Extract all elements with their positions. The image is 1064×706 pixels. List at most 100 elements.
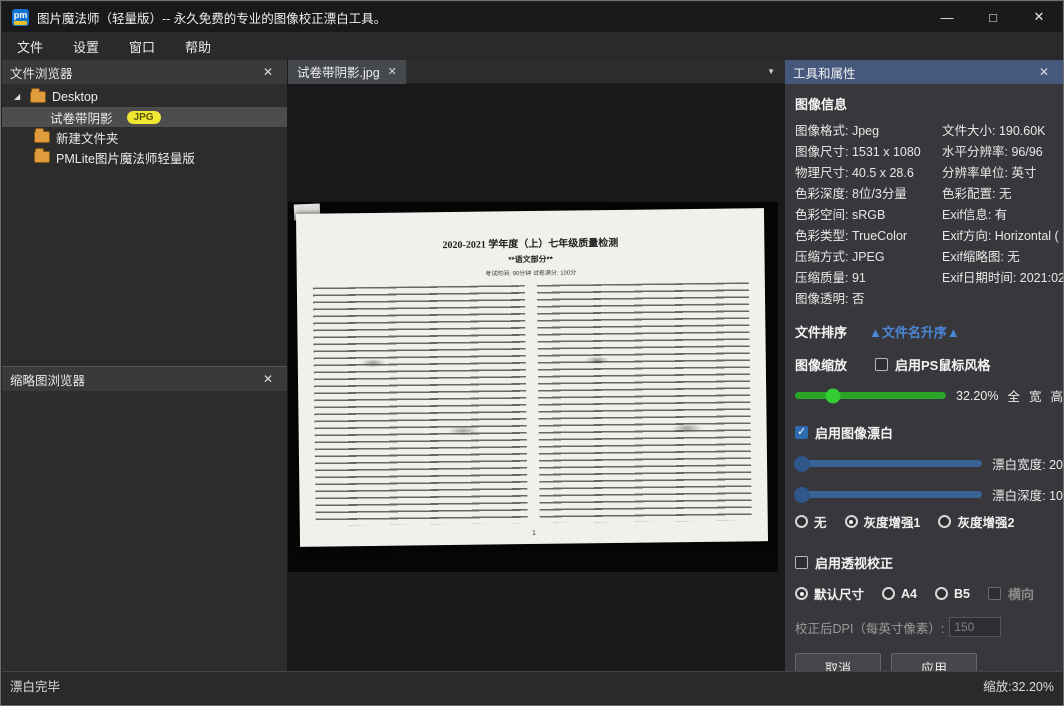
tree-node-exam-file[interactable]: 试卷带阴影 JPG (2, 107, 287, 127)
zoom-slider-row: 32.20% 全 宽 高 (795, 386, 1063, 405)
zoom-slider[interactable] (795, 392, 946, 399)
tools-panel-title: 工具和属性 (793, 63, 856, 82)
zoom-slider-thumb[interactable] (825, 388, 840, 403)
tools-panel-header: 工具和属性 ✕ (785, 60, 1063, 84)
close-icon[interactable]: ✕ (1033, 65, 1055, 79)
maximize-button[interactable]: □ (970, 2, 1016, 32)
editor-area: 试卷带阴影.jpg ✕ ▼ 2020-2021 学年度（上）七年级质量检测 **… (288, 60, 785, 671)
perspective-enable-checkbox[interactable] (795, 556, 808, 569)
close-button[interactable]: ✕ (1016, 2, 1062, 32)
gray-mode-none-label: 无 (814, 512, 827, 531)
status-message: 漂白完毕 (10, 676, 60, 695)
tab-label: 试卷带阴影.jpg (297, 62, 380, 81)
info-resolution-unit: 分辨率单位: 英寸 (942, 162, 1063, 181)
info-row: 压缩质量: 91 Exif日期时间: 2021:02 (795, 266, 1063, 287)
close-icon[interactable]: ✕ (257, 372, 279, 386)
expander-icon[interactable]: ◢ (14, 92, 24, 102)
bleach-width-row: 漂白宽度: 20 (795, 454, 1063, 473)
info-row: 色彩空间: sRGB Exif信息: 有 (795, 203, 1063, 224)
radio-icon[interactable] (795, 587, 808, 600)
menu-bar: 文件 设置 窗口 帮助 (2, 32, 1062, 60)
status-bar: 漂白完毕 缩放:32.20% (2, 671, 1062, 704)
info-compression: 压缩方式: JPEG (795, 246, 942, 265)
gray-mode-enhance2-label: 灰度增强2 (957, 512, 1014, 531)
size-a4[interactable]: A4 (882, 587, 917, 601)
info-quality: 压缩质量: 91 (795, 267, 942, 286)
radio-icon[interactable] (845, 515, 858, 528)
zoom-percent: 32.20% (956, 389, 998, 403)
landscape-label: 横向 (1008, 584, 1034, 603)
exam-paper-preview: 2020-2021 学年度（上）七年级质量检测 **语文部分** 考试时间: 9… (296, 208, 768, 547)
bleach-depth-slider[interactable] (795, 491, 982, 498)
image-viewer[interactable]: 2020-2021 学年度（上）七年级质量检测 **语文部分** 考试时间: 9… (288, 84, 785, 671)
gray-mode-enhance1-label: 灰度增强1 (864, 512, 921, 531)
bleach-width-caption: 漂白宽度: 20 (992, 454, 1063, 473)
thumbnail-browser-panel: 缩略图浏览器 ✕ (2, 366, 287, 391)
fit-height-button[interactable]: 高 (1050, 386, 1063, 405)
paper-size-group: 默认尺寸 A4 B5 横向 (795, 584, 1063, 603)
file-tree: ◢ Desktop 试卷带阴影 JPG 新建文件夹 PMLite图片魔法师轻量版 (2, 84, 287, 167)
info-row: 图像透明: 否 (795, 287, 1063, 308)
menu-file[interactable]: 文件 (2, 32, 58, 60)
tree-node-label: 新建文件夹 (56, 128, 119, 147)
info-row: 色彩类型: TrueColor Exif方向: Horizontal ( (795, 224, 1063, 245)
size-default[interactable]: 默认尺寸 (795, 584, 864, 603)
size-a4-label: A4 (901, 587, 917, 601)
gray-mode-enhance1[interactable]: 灰度增强1 (845, 512, 921, 531)
tree-node-desktop[interactable]: ◢ Desktop (2, 87, 287, 107)
bleach-depth-slider-thumb[interactable] (794, 487, 810, 503)
status-zoom-level: 缩放:32.20% (983, 676, 1054, 695)
tools-panel-body: 图像信息 图像格式: Jpeg 文件大小: 190.60K 图像尺寸: 1531… (785, 84, 1063, 681)
file-sort-order-link[interactable]: ▲文件名升序▲ (869, 322, 960, 341)
folder-icon (34, 131, 50, 143)
tab-exam-image[interactable]: 试卷带阴影.jpg ✕ (288, 60, 406, 84)
thumbnail-browser-header: 缩略图浏览器 ✕ (2, 367, 287, 391)
file-sort-row: 文件排序 ▲文件名升序▲ (795, 322, 1063, 341)
landscape-checkbox[interactable] (988, 587, 1001, 600)
tree-node-label: Desktop (52, 90, 98, 104)
tree-node-new-folder[interactable]: 新建文件夹 (2, 127, 287, 147)
info-exif: Exif信息: 有 (942, 204, 1063, 223)
ps-mouse-checkbox[interactable] (875, 358, 888, 371)
info-color-type: 色彩类型: TrueColor (795, 225, 942, 244)
minimize-button[interactable]: — (924, 2, 970, 32)
exam-text-columns (297, 274, 768, 526)
menu-window[interactable]: 窗口 (114, 32, 170, 60)
jpg-badge: JPG (127, 111, 161, 124)
tab-close-icon[interactable]: ✕ (388, 65, 397, 78)
info-row: 压缩方式: JPEG Exif缩略图: 无 (795, 245, 1063, 266)
menu-help[interactable]: 帮助 (170, 32, 226, 60)
gray-mode-enhance2[interactable]: 灰度增强2 (938, 512, 1014, 531)
bleach-enable-checkbox[interactable] (795, 426, 808, 439)
radio-icon[interactable] (935, 587, 948, 600)
radio-icon[interactable] (882, 587, 895, 600)
size-default-label: 默认尺寸 (814, 584, 864, 603)
radio-icon[interactable] (795, 515, 808, 528)
info-exif-orientation: Exif方向: Horizontal ( (942, 225, 1063, 244)
info-filesize: 文件大小: 190.60K (942, 120, 1063, 139)
info-color-profile: 色彩配置: 无 (942, 183, 1063, 202)
exam-title: 2020-2021 学年度（上）七年级质量检测 (296, 232, 764, 253)
tab-list-dropdown-icon[interactable]: ▼ (757, 66, 785, 77)
fit-width-button[interactable]: 宽 (1029, 386, 1042, 405)
menu-settings[interactable]: 设置 (58, 32, 114, 60)
bleach-depth-caption: 漂白深度: 10 (992, 485, 1063, 504)
info-color-depth: 色彩深度: 8位/3分量 (795, 183, 942, 202)
perspective-enable-row: 启用透视校正 (795, 553, 1063, 572)
image-zoom-label: 图像缩放 (795, 355, 847, 374)
title-bar: pm 图片魔法师（轻量版）-- 永久免费的专业的图像校正漂白工具。 — □ ✕ (2, 2, 1062, 32)
landscape-option: 横向 (988, 584, 1034, 603)
dpi-row: 校正后DPI（每英寸像素）: (795, 617, 1063, 637)
info-physical-size: 物理尺寸: 40.5 x 28.6 (795, 162, 942, 181)
file-browser-header: 文件浏览器 ✕ (2, 60, 287, 84)
fit-all-button[interactable]: 全 (1007, 386, 1020, 405)
radio-icon[interactable] (938, 515, 951, 528)
size-b5[interactable]: B5 (935, 587, 970, 601)
image-zoom-row: 图像缩放 启用PS鼠标风格 (795, 355, 1063, 374)
bleach-width-slider-thumb[interactable] (794, 456, 810, 472)
dpi-input[interactable] (949, 617, 1001, 637)
tree-node-pmlite-folder[interactable]: PMLite图片魔法师轻量版 (2, 147, 287, 167)
close-icon[interactable]: ✕ (257, 65, 279, 79)
gray-mode-none[interactable]: 无 (795, 512, 827, 531)
bleach-width-slider[interactable] (795, 460, 982, 467)
